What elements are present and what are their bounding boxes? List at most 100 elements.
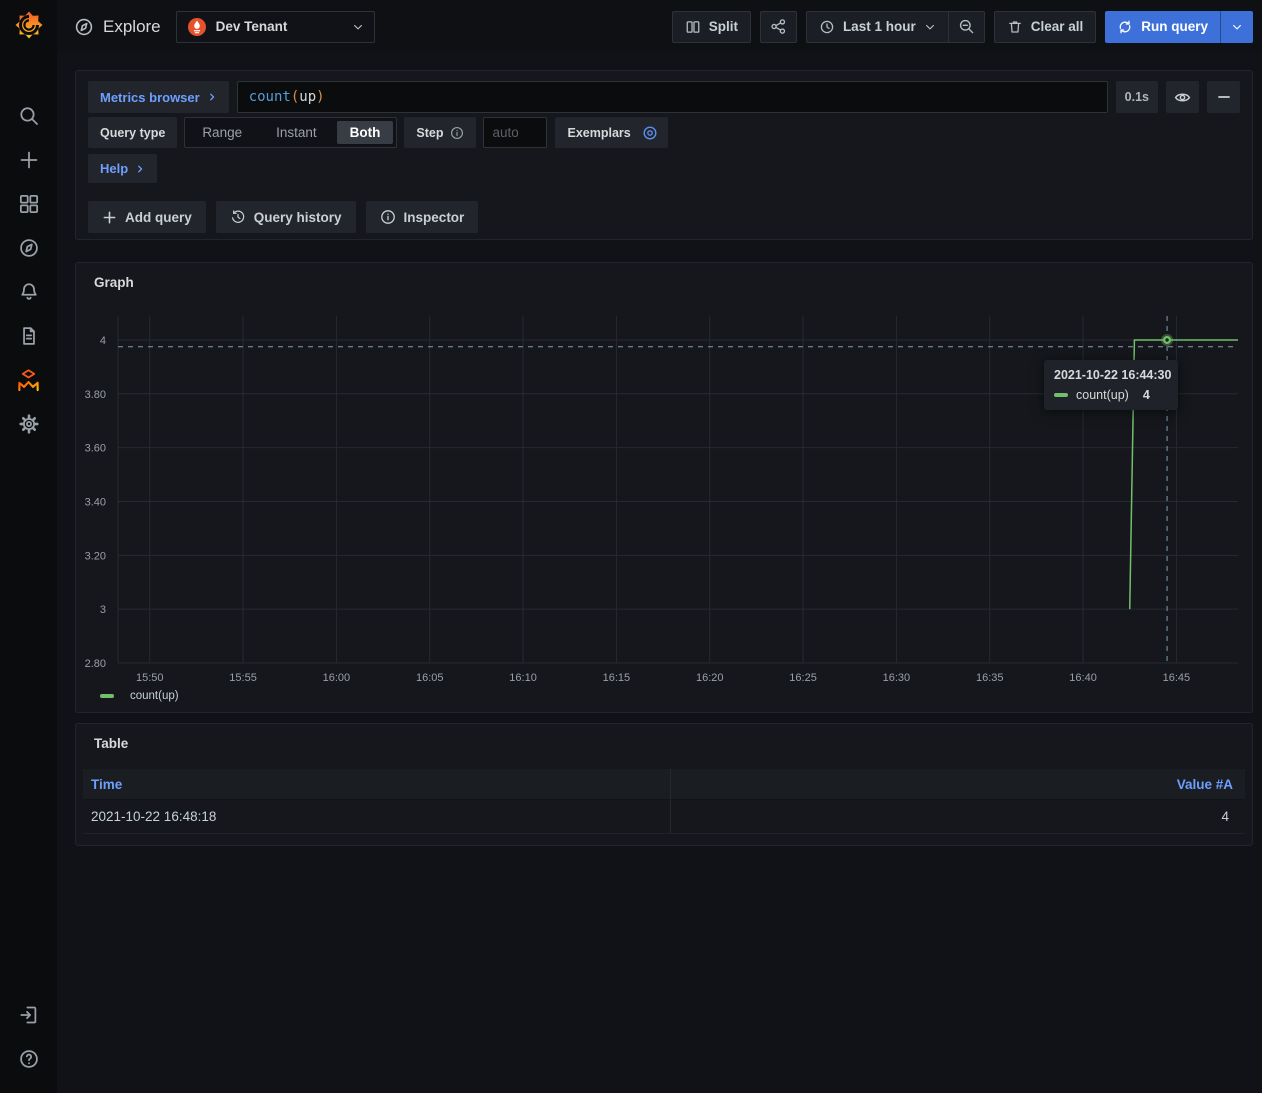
time-picker-group: Last 1 hour <box>806 11 985 43</box>
svg-text:3: 3 <box>100 604 106 616</box>
sidebar-item-help[interactable] <box>0 1037 57 1081</box>
svg-text:15:50: 15:50 <box>136 672 164 684</box>
tooltip-series-name: count(up) <box>1076 388 1129 402</box>
document-icon <box>18 325 40 347</box>
svg-text:16:15: 16:15 <box>603 672 631 684</box>
promql-query-input[interactable]: count(up) <box>237 81 1108 113</box>
explore-title: Explore <box>74 17 161 37</box>
clear-all-label: Clear all <box>1031 19 1084 34</box>
time-range-button[interactable]: Last 1 hour <box>806 11 949 43</box>
svg-text:16:05: 16:05 <box>416 672 444 684</box>
table-header-value[interactable]: Value #A <box>670 769 1245 800</box>
svg-text:16:45: 16:45 <box>1163 672 1191 684</box>
help-button[interactable]: Help <box>88 154 157 183</box>
metrics-browser-button[interactable]: Metrics browser <box>88 81 229 113</box>
svg-text:15:55: 15:55 <box>229 672 257 684</box>
query-type-both[interactable]: Both <box>337 121 394 144</box>
sidebar-item-explore[interactable] <box>0 226 57 270</box>
sidebar-item-sign-in[interactable] <box>0 993 57 1037</box>
table-row: 2021-10-22 16:48:18 4 <box>83 800 1245 834</box>
query-type-instant[interactable]: Instant <box>259 118 334 147</box>
results-table: Time Value #A 2021-10-22 16:48:18 4 <box>83 769 1245 834</box>
svg-text:3.80: 3.80 <box>85 389 106 401</box>
inspector-label: Inspector <box>404 210 465 225</box>
exemplars-toggle-icon[interactable] <box>642 125 658 141</box>
page-title: Explore <box>103 17 161 37</box>
zoom-out-button[interactable] <box>949 11 985 43</box>
inspector-button[interactable]: Inspector <box>366 201 479 233</box>
datasource-picker[interactable]: Dev Tenant <box>176 11 375 43</box>
help-icon <box>18 1048 40 1070</box>
tooltip-timestamp: 2021-10-22 16:44:30 <box>1054 368 1168 382</box>
table-cell-value: 4 <box>670 800 1245 834</box>
step-input[interactable] <box>483 117 547 148</box>
query-type-range[interactable]: Range <box>185 118 259 147</box>
exemplars-chip: Exemplars <box>555 117 667 148</box>
graph-tooltip: 2021-10-22 16:44:30 count(up) 4 <box>1044 360 1178 410</box>
query-token-close-paren: ) <box>316 89 324 105</box>
graph-canvas[interactable]: 15:50 15:55 16:00 16:05 16:10 16:15 16:20 16:25… <box>76 263 1252 712</box>
svg-text:3.20: 3.20 <box>85 550 106 562</box>
svg-text:3.40: 3.40 <box>85 496 106 508</box>
svg-text:16:20: 16:20 <box>696 672 724 684</box>
eye-icon <box>1174 89 1191 106</box>
toggle-visibility-button[interactable] <box>1166 81 1199 113</box>
svg-text:16:00: 16:00 <box>323 672 351 684</box>
sidebar-item-settings[interactable] <box>0 402 57 446</box>
query-row: Metrics browser count(up) 0.1s <box>88 81 1240 113</box>
chevron-down-icon <box>1231 21 1243 33</box>
sidebar-item-search[interactable] <box>0 94 57 138</box>
minus-icon <box>1216 89 1232 105</box>
svg-text:16:10: 16:10 <box>509 672 537 684</box>
table-header-time[interactable]: Time <box>83 769 670 800</box>
sync-icon <box>1117 19 1133 35</box>
chevron-right-icon <box>135 164 145 174</box>
svg-text:2.80: 2.80 <box>85 658 106 670</box>
query-exec-time: 0.1s <box>1116 81 1158 113</box>
grafana-logo[interactable] <box>13 9 45 41</box>
legend-series-name: count(up) <box>130 690 179 702</box>
metrics-m-icon <box>16 368 41 393</box>
share-button[interactable] <box>760 11 797 43</box>
query-editor-panel: Metrics browser count(up) 0.1s Query typ <box>75 70 1253 240</box>
sidebar-item-docs[interactable] <box>0 314 57 358</box>
sidebar-bottom <box>0 993 57 1081</box>
table-panel-title: Table <box>94 736 128 751</box>
datasource-icon <box>187 17 207 37</box>
split-label: Split <box>709 19 738 34</box>
sidebar <box>0 0 57 1093</box>
compass-icon <box>18 237 40 259</box>
svg-text:16:25: 16:25 <box>789 672 817 684</box>
query-history-button[interactable]: Query history <box>216 201 356 233</box>
clear-all-button[interactable]: Clear all <box>994 11 1097 43</box>
sidebar-item-metrics[interactable] <box>0 358 57 402</box>
add-query-button[interactable]: Add query <box>88 201 206 233</box>
sidebar-item-dashboards[interactable] <box>0 182 57 226</box>
metrics-browser-label: Metrics browser <box>100 90 200 105</box>
info-circle-icon <box>380 209 396 225</box>
run-query-label: Run query <box>1141 19 1208 34</box>
graph-legend[interactable]: count(up) <box>100 690 179 702</box>
table-panel: Table Time Value #A 2021-10-22 16:48:18 … <box>75 723 1253 846</box>
plus-icon <box>18 149 40 171</box>
topbar-actions: Split Last 1 hour <box>672 11 1253 43</box>
query-token-arg: up <box>299 89 316 105</box>
tooltip-series-swatch <box>1054 393 1068 397</box>
remove-query-button[interactable] <box>1207 81 1240 113</box>
run-query-button[interactable]: Run query <box>1105 11 1220 43</box>
query-token-function: count <box>249 89 291 105</box>
bell-icon <box>18 281 40 303</box>
search-icon <box>18 105 40 127</box>
run-query-group: Run query <box>1105 11 1253 43</box>
svg-text:16:40: 16:40 <box>1069 672 1097 684</box>
sidebar-item-create[interactable] <box>0 138 57 182</box>
run-query-dropdown-button[interactable] <box>1220 11 1253 43</box>
add-query-label: Add query <box>125 210 192 225</box>
help-label: Help <box>100 161 128 176</box>
svg-text:4: 4 <box>100 335 106 347</box>
gear-icon <box>18 413 40 435</box>
tooltip-series-value: 4 <box>1143 388 1150 402</box>
sidebar-item-alerting[interactable] <box>0 270 57 314</box>
share-icon <box>770 18 787 35</box>
split-button[interactable]: Split <box>672 11 751 43</box>
